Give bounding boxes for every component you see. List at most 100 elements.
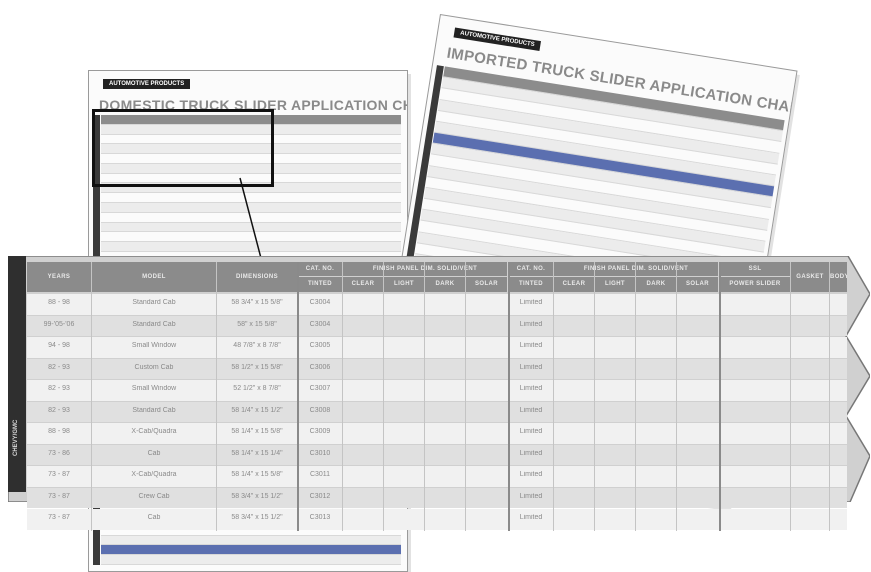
table-cell-dims: 58 3/4" x 15 5/8" xyxy=(231,299,283,306)
zoom-table: YEARS MODEL DIMENSIONS CAT. NO. TINTED F… xyxy=(27,262,847,531)
table-cell-cat: C3007 xyxy=(309,385,331,392)
column-divider xyxy=(553,262,554,531)
table-cell-dims: 58 1/4" x 15 1/2" xyxy=(231,406,283,414)
column-divider xyxy=(508,262,510,531)
col-header-finish2: FINISH PANEL DIM. SOLID/VENT xyxy=(554,262,718,276)
mini-table-row xyxy=(101,545,401,556)
sub-header-solar: SOLAR xyxy=(677,277,718,292)
table-cell-status: Limited xyxy=(519,385,543,392)
sub-header-dark: DARK xyxy=(425,277,465,292)
table-cell-status: Limited xyxy=(519,299,543,306)
table-cell-status: Limited xyxy=(519,406,543,414)
table-cell-dims: 58 1/4" x 15 5/8" xyxy=(231,428,283,435)
table-cell-dims: 52 1/2" x 8 7/8" xyxy=(233,385,281,392)
table-cell-years: 82 - 93 xyxy=(48,363,70,371)
col-header-cat1: CAT. NO. xyxy=(298,262,342,276)
table-cell-model: Cab xyxy=(147,514,161,521)
sub-header-solar: SOLAR xyxy=(466,277,507,292)
table-cell-status: Limited xyxy=(519,471,543,478)
column-divider xyxy=(635,262,636,531)
table-cell-dims: 58 1/4" x 15 1/4" xyxy=(231,449,283,457)
table-cell-status: Limited xyxy=(519,342,543,349)
col-header-ssl: SSL xyxy=(720,262,790,276)
table-cell-model: Standard Cab xyxy=(132,320,176,328)
col-header-gasket: GASKET xyxy=(791,262,829,292)
table-cell-cat: C3005 xyxy=(309,342,331,349)
col-header-years: YEARS xyxy=(27,262,91,292)
table-cell-status: Limited xyxy=(519,492,543,500)
table-cell-cat: C3004 xyxy=(309,320,331,328)
table-cell-cat: C3011 xyxy=(309,471,331,478)
sub-header-light: LIGHT xyxy=(384,277,424,292)
sub-header-clear: CLEAR xyxy=(554,277,594,292)
column-divider xyxy=(342,262,343,531)
table-cell-cat: C3006 xyxy=(309,363,331,371)
table-cell-status: Limited xyxy=(519,320,543,328)
table-cell-model: Small Window xyxy=(131,342,177,349)
column-divider xyxy=(719,262,721,531)
sub-header-dark: DARK xyxy=(636,277,676,292)
column-divider xyxy=(829,262,830,531)
table-cell-cat: C3004 xyxy=(309,299,331,306)
table-cell-cat: C3008 xyxy=(309,406,331,414)
brand-logo: AUTOMOTIVE PRODUCTS xyxy=(103,79,191,89)
col-header-body: BODY xyxy=(830,262,847,292)
col-header-finish1: FINISH PANEL DIM. SOLID/VENT xyxy=(343,262,507,276)
column-divider xyxy=(216,262,217,531)
col-header-cat2: CAT. NO. xyxy=(509,262,553,276)
column-divider xyxy=(424,262,425,531)
column-divider xyxy=(594,262,595,531)
make-side-label: CHEVY/GMC xyxy=(8,256,26,492)
table-cell-dims: 58 3/4" x 15 1/2" xyxy=(231,492,283,500)
col-header-model: MODEL xyxy=(92,262,216,292)
mini-table-row xyxy=(101,232,401,243)
table-cell-model: X-Cab/Quadra xyxy=(131,428,177,435)
mini-table-row xyxy=(101,193,401,204)
zoomed-table-strip: CHEVY/GMC YEARS MODEL DIMENSIONS CAT. NO… xyxy=(8,256,870,531)
col-header-dimensions: DIMENSIONS xyxy=(217,262,297,292)
table-cell-years: 73 - 87 xyxy=(48,471,70,478)
table-cell-dims: 48 7/8" x 8 7/8" xyxy=(233,342,281,349)
table-cell-model: Small Window xyxy=(131,385,177,392)
table-cell-years: 94 - 98 xyxy=(48,342,70,349)
zoom-highlight-box xyxy=(92,109,274,187)
table-cell-model: X-Cab/Quadra xyxy=(131,471,177,478)
table-cell-years: 73 - 87 xyxy=(48,492,70,500)
table-cell-status: Limited xyxy=(519,514,543,521)
col-header-cat2-sub: TINTED xyxy=(509,277,553,292)
side-label-text: CHEVY/GMC xyxy=(13,419,19,456)
table-cell-years: 82 - 93 xyxy=(48,385,70,392)
sub-header-light: LIGHT xyxy=(595,277,635,292)
table-cell-status: Limited xyxy=(519,428,543,435)
column-divider xyxy=(676,262,677,531)
mini-table-row xyxy=(101,203,401,213)
table-cell-status: Limited xyxy=(519,363,543,371)
table-cell-dims: 58" x 15 5/8" xyxy=(237,320,277,328)
table-cell-cat: C3012 xyxy=(309,492,331,500)
table-cell-dims: 58 3/4" x 15 1/2" xyxy=(231,514,283,521)
table-cell-model: Crew Cab xyxy=(138,492,170,500)
column-divider xyxy=(465,262,466,531)
table-cell-years: 88 - 98 xyxy=(48,428,70,435)
table-cell-dims: 58 1/4" x 15 5/8" xyxy=(231,471,283,478)
table-cell-cat: C3013 xyxy=(309,514,331,521)
sub-header-clear: CLEAR xyxy=(343,277,383,292)
table-cell-years: 88 - 98 xyxy=(48,299,70,306)
column-divider xyxy=(297,262,299,531)
table-cell-years: 82 - 93 xyxy=(48,406,70,414)
col-header-cat1-sub: TINTED xyxy=(298,277,342,292)
table-cell-cat: C3010 xyxy=(309,449,331,457)
mini-table-row xyxy=(101,555,401,565)
table-cell-model: Standard Cab xyxy=(132,299,176,306)
table-cell-model: Custom Cab xyxy=(134,363,174,371)
table-cell-years: 99-'05-'06 xyxy=(43,320,75,328)
mini-table-row xyxy=(101,535,401,546)
column-divider xyxy=(383,262,384,531)
mini-table-row xyxy=(101,242,401,252)
table-cell-model: Standard Cab xyxy=(132,406,176,414)
table-cell-years: 73 - 86 xyxy=(48,449,70,457)
table-cell-dims: 58 1/2" x 15 5/8" xyxy=(231,363,283,371)
table-cell-cat: C3009 xyxy=(309,428,331,435)
mini-table-row xyxy=(101,213,401,223)
column-divider xyxy=(790,262,791,531)
